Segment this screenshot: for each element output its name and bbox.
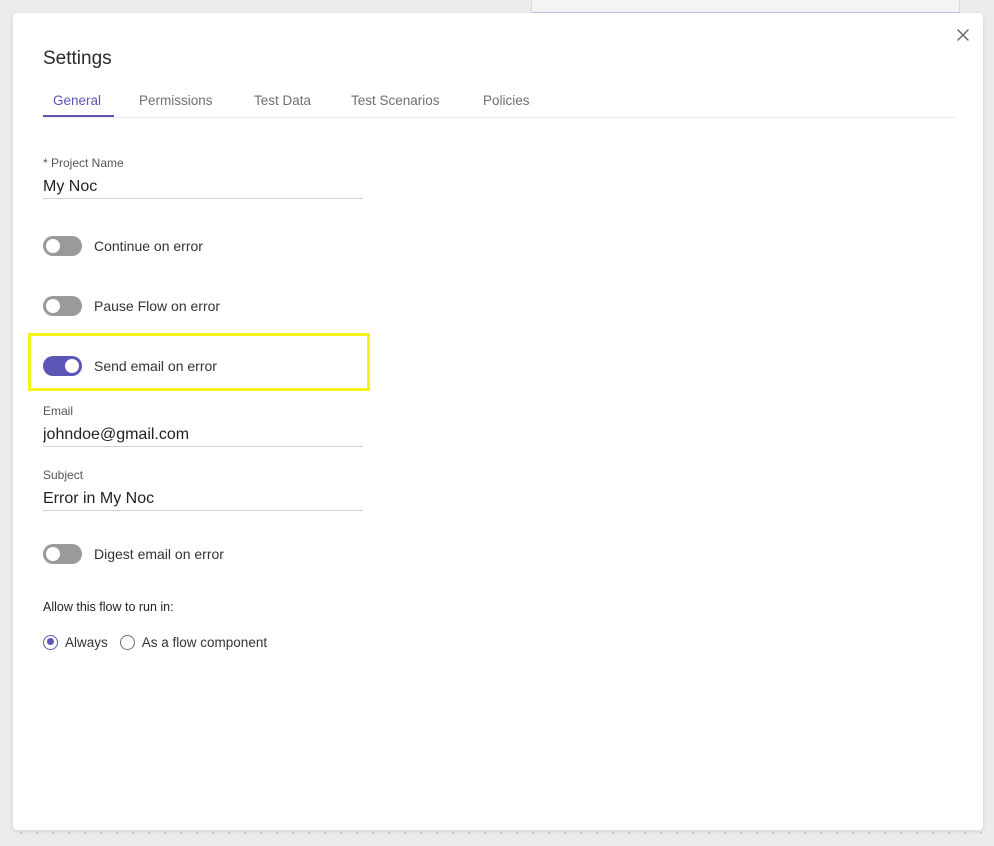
settings-dialog: Settings General Permissions Test Data T… — [13, 13, 983, 830]
continue-on-error-row: Continue on error — [43, 236, 203, 256]
toggle-knob — [46, 299, 60, 313]
digest-email-on-error-toggle[interactable] — [43, 544, 82, 564]
subject-input[interactable] — [43, 488, 363, 510]
radio-always[interactable]: Always — [43, 634, 108, 650]
tab-policies[interactable]: Policies — [483, 93, 530, 117]
radio-flow-component-label: As a flow component — [141, 634, 268, 650]
subject-label: Subject — [43, 468, 84, 482]
toggle-knob — [46, 547, 60, 561]
project-name-field: * Project Name — [43, 156, 363, 199]
tab-bar: General Permissions Test Data Test Scena… — [43, 93, 956, 118]
close-icon — [957, 29, 969, 41]
email-label: Email — [43, 404, 74, 418]
radio-always-label: Always — [65, 634, 108, 650]
run-in-label: Allow this flow to run in: — [43, 600, 174, 614]
digest-email-on-error-label: Digest email on error — [94, 546, 224, 562]
radio-unchecked-icon — [119, 634, 135, 650]
toggle-knob — [65, 359, 79, 373]
continue-on-error-toggle[interactable] — [43, 236, 82, 256]
project-name-input[interactable] — [43, 176, 363, 198]
send-email-on-error-toggle[interactable] — [43, 356, 82, 376]
pause-flow-on-error-row: Pause Flow on error — [43, 296, 220, 316]
close-button[interactable] — [955, 27, 971, 43]
pause-flow-on-error-toggle[interactable] — [43, 296, 82, 316]
email-input[interactable] — [43, 424, 363, 446]
radio-checked-icon — [43, 634, 58, 650]
send-email-on-error-row: Send email on error — [43, 356, 217, 376]
email-field: Email — [43, 404, 363, 447]
background-panel — [531, 0, 960, 13]
tab-general[interactable]: General — [43, 93, 114, 117]
toggle-knob — [46, 239, 60, 253]
pause-flow-on-error-label: Pause Flow on error — [94, 298, 221, 314]
radio-flow-component[interactable]: As a flow component — [119, 634, 268, 650]
run-in-radio-group: Always As a flow component — [43, 633, 279, 651]
digest-email-on-error-row: Digest email on error — [43, 544, 224, 564]
subject-field: Subject — [43, 468, 363, 511]
continue-on-error-label: Continue on error — [94, 238, 203, 254]
project-name-label: * Project Name — [43, 156, 124, 170]
tab-test-scenarios[interactable]: Test Scenarios — [351, 93, 440, 117]
send-email-on-error-label: Send email on error — [94, 358, 217, 374]
dialog-title: Settings — [43, 48, 112, 69]
background-dots — [13, 832, 983, 834]
tab-test-data[interactable]: Test Data — [254, 93, 311, 117]
tab-permissions[interactable]: Permissions — [139, 93, 213, 117]
